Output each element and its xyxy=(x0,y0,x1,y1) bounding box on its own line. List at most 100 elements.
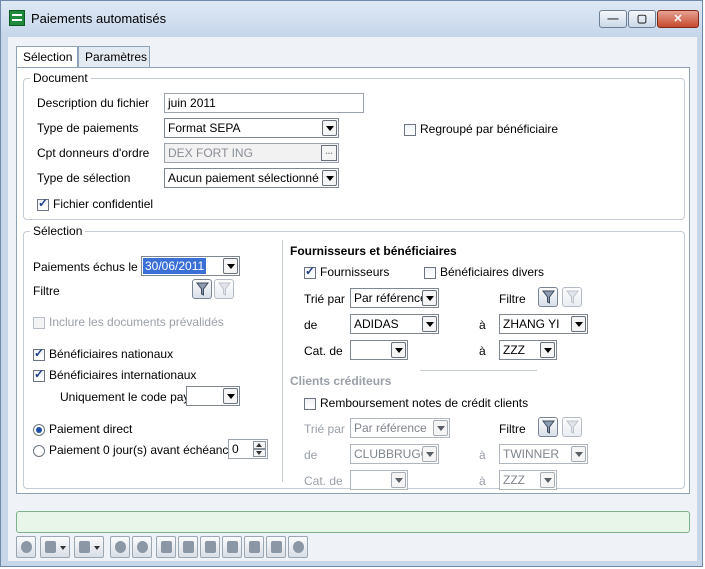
chevron-down-icon[interactable] xyxy=(433,420,448,436)
clients-trie-select[interactable]: Par référence xyxy=(350,418,450,438)
window-title: Paiements automatisés xyxy=(31,11,167,26)
fournisseurs-a-value: ZHANG YI xyxy=(503,317,560,331)
attach-button[interactable] xyxy=(178,536,198,558)
chevron-down-icon[interactable] xyxy=(223,258,238,274)
jours-stepper[interactable]: 0 xyxy=(228,439,268,459)
users-button[interactable] xyxy=(16,536,36,558)
remboursement-label: Remboursement notes de crédit clients xyxy=(320,396,529,410)
fournisseurs-cat-a-select[interactable]: ZZZ xyxy=(499,340,557,360)
regroupe-label: Regroupé par bénéficiaire xyxy=(420,122,559,136)
selection-group: Sélection Paiements échus le 30/06/2011 … xyxy=(23,224,685,490)
confidentiel-label: Fichier confidentiel xyxy=(53,197,154,211)
funnel-clear-icon xyxy=(566,290,579,304)
paiement-direct-radio[interactable] xyxy=(33,424,45,436)
close-button[interactable]: ✕ xyxy=(657,10,699,28)
save-button[interactable] xyxy=(200,536,220,558)
clear-filter-button[interactable] xyxy=(214,279,234,299)
chevron-down-icon[interactable] xyxy=(223,388,238,404)
filter-button[interactable] xyxy=(192,279,212,299)
chevron-down-icon[interactable] xyxy=(571,316,586,332)
clients-trie-label: Trié par xyxy=(304,422,345,436)
fournisseurs-cat-label: Cat. de xyxy=(304,344,343,358)
chevron-down-icon[interactable] xyxy=(422,316,437,332)
fournisseurs-de-select[interactable]: ADIDAS xyxy=(350,314,439,334)
clients-trie-value: Par référence xyxy=(354,421,427,435)
title-bar[interactable]: Paiements automatisés — ▢ ✕ xyxy=(1,1,702,37)
document-legend: Document xyxy=(30,71,91,85)
print-icon xyxy=(45,541,56,553)
chevron-down-icon[interactable] xyxy=(322,120,337,136)
description-field[interactable]: juin 2011 xyxy=(164,93,364,113)
fournisseurs-a-select[interactable]: ZHANG YI xyxy=(499,314,588,334)
clients-cat-a-select[interactable]: ZZZ xyxy=(499,470,557,490)
gear-icon xyxy=(293,541,304,553)
tab-parametres[interactable]: Paramètres xyxy=(78,46,150,67)
export-menu-button[interactable] xyxy=(74,536,104,558)
client-area: Sélection Paramètres Document Descriptio… xyxy=(8,37,697,561)
type-paiements-label: Type de paiements xyxy=(37,121,139,135)
chevron-down-icon[interactable] xyxy=(540,342,555,358)
divers-checkbox[interactable] xyxy=(424,267,436,279)
minimize-button[interactable]: — xyxy=(599,10,627,28)
clients-a-select[interactable]: TWINNER xyxy=(499,444,588,464)
fournisseurs-filtre-label: Filtre xyxy=(499,292,526,306)
stepper-up-icon[interactable] xyxy=(253,441,266,449)
section-divider xyxy=(420,370,537,371)
pages-button[interactable] xyxy=(222,536,242,558)
chevron-down-icon[interactable] xyxy=(391,472,406,488)
stop-button[interactable] xyxy=(132,536,152,558)
clients-cat-label: Cat. de xyxy=(304,474,343,488)
funnel-icon xyxy=(542,420,555,434)
type-selection-select[interactable]: Aucun paiement sélectionné xyxy=(164,168,339,188)
chevron-down-icon[interactable] xyxy=(422,446,437,462)
internationaux-checkbox[interactable] xyxy=(33,367,45,382)
print-menu-button[interactable] xyxy=(40,536,70,558)
tab-selection[interactable]: Sélection xyxy=(16,46,78,69)
fournisseurs-trie-select[interactable]: Par référence xyxy=(350,288,439,308)
confidentiel-checkbox[interactable] xyxy=(37,196,49,211)
list-button[interactable] xyxy=(266,536,286,558)
echus-label: Paiements échus le xyxy=(33,260,138,274)
browse-button[interactable]: ... xyxy=(321,145,337,161)
echus-date-select[interactable]: 30/06/2011 xyxy=(141,256,240,276)
description-label: Description du fichier xyxy=(37,96,150,110)
folder-button[interactable] xyxy=(244,536,264,558)
fournisseurs-trie-label: Trié par xyxy=(304,292,345,306)
clients-de-label: de xyxy=(304,448,318,462)
settings-button[interactable] xyxy=(288,536,308,558)
funnel-clear-icon xyxy=(218,282,231,296)
info-button[interactable] xyxy=(156,536,176,558)
clients-clear-filter-button[interactable] xyxy=(562,417,582,437)
cpt-donneurs-field[interactable]: DEX FORT ING ... xyxy=(164,143,339,163)
tab-panel: Document Description du fichier juin 201… xyxy=(16,67,690,494)
info-icon xyxy=(161,541,172,553)
close-icon: ✕ xyxy=(673,13,683,25)
fournisseurs-clear-filter-button[interactable] xyxy=(562,287,582,307)
type-paiements-select[interactable]: Format SEPA xyxy=(164,118,339,138)
fournisseurs-filter-button[interactable] xyxy=(538,287,558,307)
chevron-down-icon[interactable] xyxy=(540,472,555,488)
paiement-jours-radio[interactable] xyxy=(33,445,45,457)
stepper-down-icon[interactable] xyxy=(253,449,266,457)
fournisseurs-cat-select[interactable] xyxy=(350,340,408,360)
pages-icon xyxy=(227,541,238,553)
refresh-button[interactable] xyxy=(110,536,130,558)
clients-filter-button[interactable] xyxy=(538,417,558,437)
chevron-down-icon[interactable] xyxy=(322,170,337,186)
remboursement-checkbox[interactable] xyxy=(304,398,316,410)
chevron-down-icon[interactable] xyxy=(422,290,437,306)
type-selection-label: Type de sélection xyxy=(37,171,131,185)
chevron-down-icon[interactable] xyxy=(571,446,586,462)
paiement-direct-label: Paiement direct xyxy=(49,422,133,436)
chevron-down-icon[interactable] xyxy=(391,342,406,358)
nationaux-checkbox[interactable] xyxy=(33,346,45,361)
clients-de-select[interactable]: CLUBBRUGG xyxy=(350,444,439,464)
fournisseurs-checkbox[interactable] xyxy=(304,264,316,279)
code-pays-select[interactable] xyxy=(186,386,240,406)
filtre-label: Filtre xyxy=(33,284,60,298)
clients-cat-select[interactable] xyxy=(350,470,408,490)
divers-label: Bénéficiaires divers xyxy=(440,265,545,279)
regroupe-checkbox[interactable] xyxy=(404,124,416,136)
maximize-button[interactable]: ▢ xyxy=(628,10,656,28)
inclure-checkbox[interactable] xyxy=(33,317,45,329)
